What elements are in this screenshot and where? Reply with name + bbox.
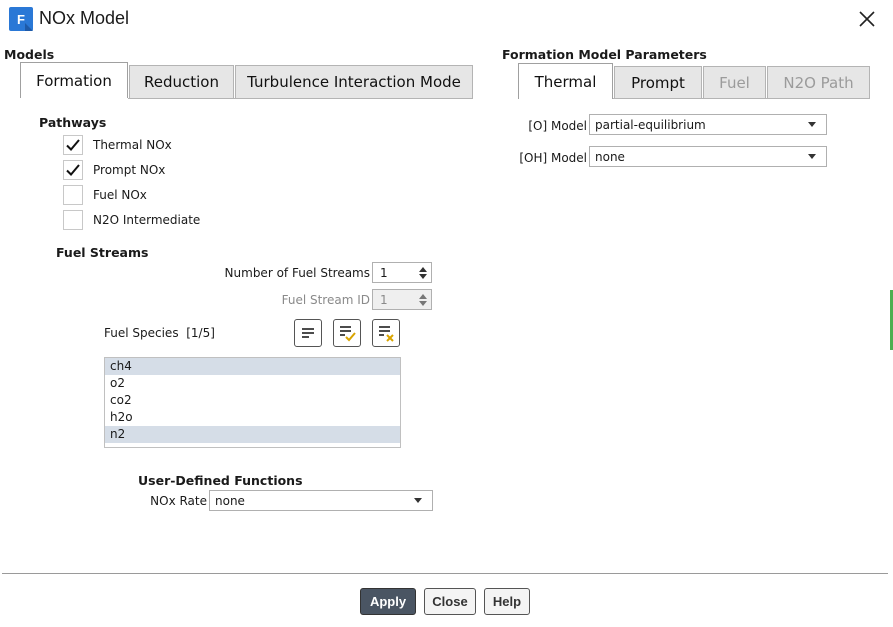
tab-thermal[interactable]: Thermal [518, 63, 613, 99]
thermal-nox-label: Thermal NOx [93, 138, 172, 152]
nox-model-dialog: F NOx Model Models Formation Reduction T… [0, 0, 893, 627]
n2o-intermediate-row[interactable]: N2O Intermediate [63, 210, 200, 230]
increment-arrow-icon[interactable] [419, 266, 427, 272]
o-model-label: [O] Model [528, 119, 587, 133]
close-button[interactable]: Close [424, 588, 476, 615]
models-tabs: Formation Reduction Turbulence Interacti… [20, 62, 474, 98]
nox-rate-dropdown[interactable]: none [209, 490, 433, 511]
formation-params-tabs: Thermal Prompt Fuel N2O Path [518, 63, 871, 99]
list-item[interactable]: ch4 [105, 358, 400, 375]
fuel-species-count: [1/5] [186, 326, 215, 340]
bottom-separator [2, 573, 888, 574]
fuel-nox-label: Fuel NOx [93, 188, 147, 202]
spinner-arrows[interactable] [415, 263, 431, 282]
list-clear-icon [379, 326, 394, 342]
formation-params-heading: Formation Model Parameters [502, 47, 707, 62]
tab-formation[interactable]: Formation [20, 62, 128, 98]
list-item[interactable]: n2 [105, 426, 400, 443]
number-of-fuel-streams-label: Number of Fuel Streams [224, 266, 370, 280]
decrement-arrow-icon[interactable] [419, 273, 427, 279]
chevron-down-icon[interactable] [808, 154, 816, 159]
oh-model-dropdown[interactable]: none [589, 146, 827, 167]
title-bar: F NOx Model [0, 0, 893, 38]
nox-rate-label: NOx Rate [150, 494, 207, 508]
thermal-nox-row[interactable]: Thermal NOx [63, 135, 172, 155]
oh-model-label: [OH] Model [519, 151, 587, 165]
tab-prompt[interactable]: Prompt [614, 66, 702, 99]
decrement-arrow-icon [419, 300, 427, 306]
list-lines-icon [302, 328, 314, 338]
app-icon-letter: F [17, 11, 25, 27]
chevron-down-icon[interactable] [808, 122, 816, 127]
spinner-arrows [415, 290, 431, 309]
fuel-species-list[interactable]: ch4 o2 co2 h2o n2 [104, 357, 401, 448]
increment-arrow-icon [419, 293, 427, 299]
window-title: NOx Model [39, 8, 130, 28]
models-tab-divider [128, 98, 473, 99]
fuel-species-label: Fuel Species [104, 326, 179, 340]
checkmark-icon [66, 139, 80, 151]
oh-model-value: none [595, 149, 625, 164]
nox-rate-value: none [215, 493, 245, 508]
list-item[interactable]: o2 [105, 375, 400, 392]
list-all-button[interactable] [294, 319, 322, 347]
list-item[interactable]: co2 [105, 392, 400, 409]
tab-reduction[interactable]: Reduction [129, 65, 234, 98]
udf-heading: User-Defined Functions [138, 473, 303, 488]
fluent-app-icon: F [9, 7, 33, 31]
number-of-fuel-streams-value[interactable]: 1 [373, 266, 415, 280]
n2o-intermediate-checkbox[interactable] [63, 210, 83, 230]
prompt-nox-label: Prompt NOx [93, 163, 166, 177]
apply-button[interactable]: Apply [360, 588, 416, 615]
fuel-nox-checkbox[interactable] [63, 185, 83, 205]
select-all-button[interactable] [333, 319, 361, 347]
fuel-stream-id-label: Fuel Stream ID [281, 293, 370, 307]
list-check-icon [340, 326, 356, 342]
checkmark-icon [66, 164, 80, 176]
prompt-nox-checkbox[interactable] [63, 160, 83, 180]
number-of-fuel-streams-spinner[interactable]: 1 [372, 262, 432, 283]
pathways-heading: Pathways [39, 115, 107, 130]
formation-params-tab-divider [613, 98, 870, 99]
app-icon-corner [25, 23, 33, 31]
fuel-nox-row[interactable]: Fuel NOx [63, 185, 147, 205]
n2o-intermediate-label: N2O Intermediate [93, 213, 201, 227]
models-heading: Models [4, 47, 55, 62]
close-icon[interactable] [856, 8, 878, 30]
chevron-down-icon[interactable] [414, 498, 422, 503]
prompt-nox-row[interactable]: Prompt NOx [63, 160, 165, 180]
tab-turbulence-interaction-mode[interactable]: Turbulence Interaction Mode [235, 65, 473, 98]
tab-n2o-path: N2O Path [767, 66, 870, 99]
tab-fuel: Fuel [703, 66, 766, 99]
fuel-stream-id-value: 1 [380, 292, 388, 307]
fuel-species-label-row: Fuel Species [1/5] [104, 326, 215, 340]
o-model-dropdown[interactable]: partial-equilibrium [589, 114, 827, 135]
fuel-streams-heading: Fuel Streams [56, 245, 149, 260]
help-button[interactable]: Help [484, 588, 530, 615]
deselect-all-button[interactable] [372, 319, 400, 347]
fuel-stream-id-spinner: 1 [372, 289, 432, 310]
o-model-value: partial-equilibrium [595, 117, 706, 132]
list-item[interactable]: h2o [105, 409, 400, 426]
thermal-nox-checkbox[interactable] [63, 135, 83, 155]
